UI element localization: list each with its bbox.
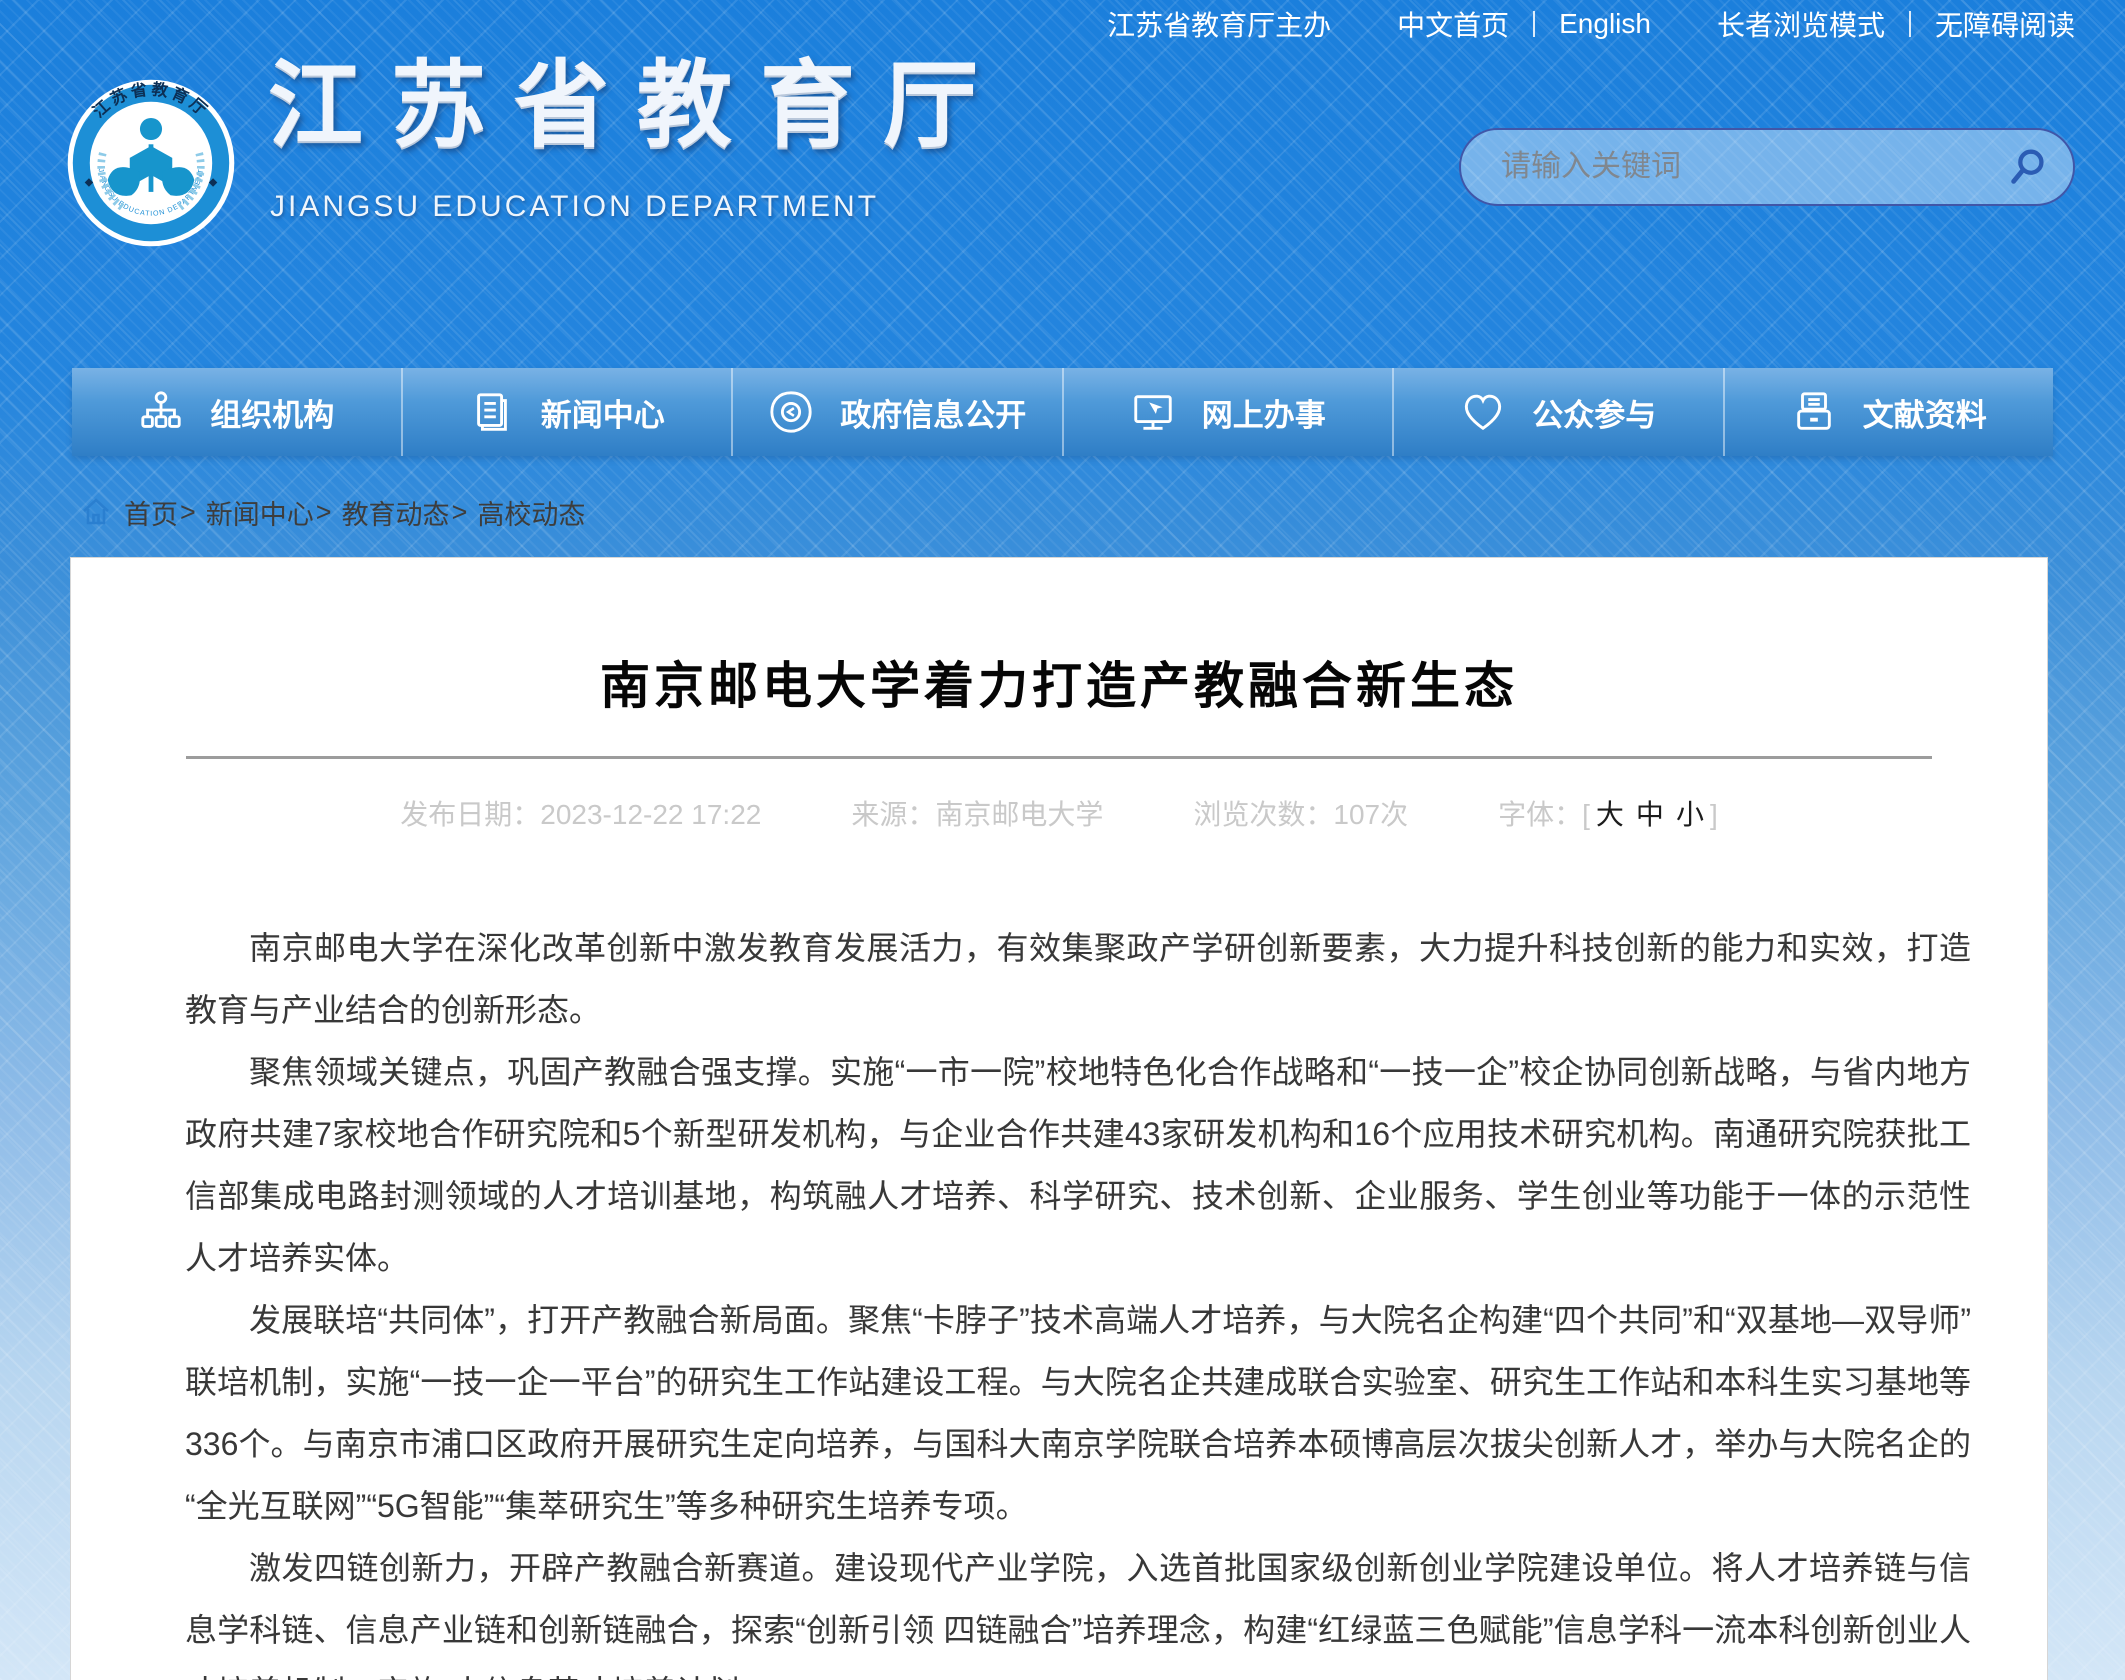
title-divider (186, 756, 1932, 759)
breadcrumb-separator: > (316, 497, 332, 528)
nav-label: 网上办事 (1202, 390, 1326, 435)
breadcrumb-university-updates[interactable]: 高校动态 (477, 493, 585, 532)
nav-item-public-participation[interactable]: 公众参与 (1394, 368, 1725, 456)
article-body: 南京邮电大学在深化改革创新中激发教育发展活力，有效集聚政产学研创新要素，大力提升… (71, 917, 2047, 1680)
nav-label: 文献资料 (1863, 390, 1987, 435)
article-card: 南京邮电大学着力打造产教融合新生态 发布日期：2023-12-22 17:22 … (70, 557, 2048, 1680)
nav-item-organization[interactable]: 组织机构 (72, 368, 403, 456)
nav-item-documents[interactable]: 文献资料 (1725, 368, 2054, 456)
search-input[interactable] (1461, 130, 1983, 204)
nav-label: 组织机构 (210, 390, 334, 435)
font-size-small-button[interactable]: 小 (1676, 799, 1704, 830)
search-icon (2005, 144, 2051, 190)
news-doc-icon (469, 389, 515, 435)
article-title: 南京邮电大学着力打造产教融合新生态 (111, 646, 2007, 718)
page-background: 江苏省教育厅主办 中文首页 English 长者浏览模式 无障碍阅读 江苏省教育… (0, 0, 2125, 1680)
breadcrumb-home[interactable]: 首页 (124, 493, 178, 532)
main-nav: 组织机构 政府信息公开 新闻中心 政府信息公开 (72, 368, 2053, 456)
site-title-english: JIANGSU EDUCATION DEPARTMENT (270, 190, 879, 224)
article-source: 来源：南京邮电大学 (851, 793, 1103, 833)
breadcrumb-separator: > (452, 497, 468, 528)
topbar-sponsor-link[interactable]: 江苏省教育厅主办 (1107, 4, 1331, 44)
topbar-divider (1909, 11, 1911, 37)
font-size-large-button[interactable]: 大 (1596, 799, 1624, 830)
education-emblem-icon: 江苏省教育厅 JIANGSU EDUCATION DEPARTMENT (66, 78, 236, 248)
nav-item-news-center[interactable]: 政府信息公开 新闻中心 (403, 368, 734, 456)
article-paragraph: 南京邮电大学在深化改革创新中激发教育发展活力，有效集聚政产学研创新要素，大力提升… (185, 917, 1971, 1041)
article-meta: 发布日期：2023-12-22 17:22 来源：南京邮电大学 浏览次数：107… (71, 793, 2047, 833)
org-chart-icon (138, 389, 184, 435)
topbar-divider (1533, 11, 1535, 37)
article-paragraph: 发展联培“共同体”，打开产教融合新局面。聚焦“卡脖子”技术高端人才培养，与大院名… (185, 1289, 1971, 1537)
view-count: 浏览次数：107次 (1193, 793, 1408, 833)
breadcrumb: 首页 > 新闻中心 > 教育动态 > 高校动态 (80, 492, 585, 532)
topbar-english-link[interactable]: English (1559, 8, 1651, 40)
site-search (1459, 128, 2075, 206)
nav-item-gov-info-disclosure[interactable]: 政府信息公开 (733, 368, 1064, 456)
search-button[interactable] (1983, 130, 2073, 204)
article-paragraph: 聚焦领域关键点，巩固产教融合强支撑。实施“一市一院”校地特色化合作战略和“一技一… (185, 1041, 1971, 1289)
topbar-elder-mode-link[interactable]: 长者浏览模式 (1717, 4, 1885, 44)
font-size-control: 字体：[大中小] (1498, 793, 1718, 833)
home-icon (80, 496, 112, 528)
font-size-medium-button[interactable]: 中 (1636, 799, 1664, 830)
top-utility-bar: 江苏省教育厅主办 中文首页 English 长者浏览模式 无障碍阅读 (0, 0, 2125, 48)
nav-label: 新闻中心 (541, 390, 665, 435)
publish-date: 发布日期：2023-12-22 17:22 (400, 793, 761, 833)
breadcrumb-education-updates[interactable]: 教育动态 (342, 493, 450, 532)
site-title: 江苏省教育厅 (268, 52, 1006, 161)
online-services-monitor-icon (1130, 389, 1176, 435)
breadcrumb-news-center[interactable]: 新闻中心 (206, 493, 314, 532)
info-disclosure-icon (768, 389, 814, 435)
topbar-chinese-home-link[interactable]: 中文首页 (1397, 4, 1509, 44)
archive-icon (1791, 389, 1837, 435)
nav-item-online-services[interactable]: 网上办事 (1064, 368, 1395, 456)
nav-label: 政府信息公开 (840, 390, 1026, 435)
topbar-accessibility-link[interactable]: 无障碍阅读 (1935, 4, 2075, 44)
nav-label: 公众参与 (1532, 390, 1656, 435)
article-paragraph: 激发四链创新力，开辟产教融合新赛道。建设现代产业学院，入选首批国家级创新创业学院… (185, 1537, 1971, 1680)
heart-icon (1460, 389, 1506, 435)
breadcrumb-separator: > (180, 497, 196, 528)
site-logo[interactable]: 江苏省教育厅 JIANGSU EDUCATION DEPARTMENT (66, 78, 236, 248)
